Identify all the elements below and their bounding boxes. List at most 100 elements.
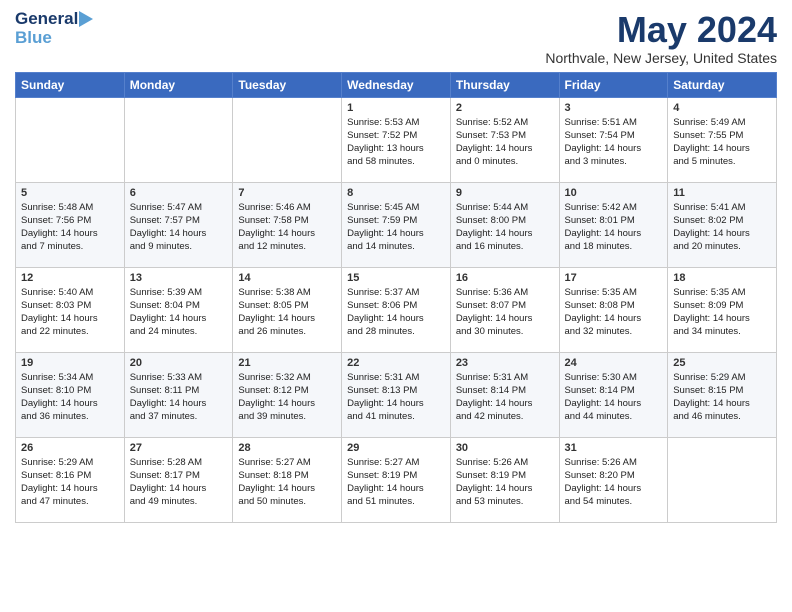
day-info: Sunrise: 5:27 AM Sunset: 8:18 PM Dayligh…: [238, 456, 336, 509]
day-number: 4: [673, 102, 771, 114]
calendar-day-cell: [16, 97, 125, 182]
logo-arrow-icon: [79, 11, 93, 27]
calendar-day-cell: 3 Sunrise: 5:51 AM Sunset: 7:54 PM Daylig…: [559, 97, 668, 182]
calendar-day-cell: 21 Sunrise: 5:32 AM Sunset: 8:12 PM Dayli…: [233, 352, 342, 437]
day-number: 13: [130, 272, 228, 284]
calendar-day-cell: 13 Sunrise: 5:39 AM Sunset: 8:04 PM Dayli…: [124, 267, 233, 352]
day-info: Sunrise: 5:37 AM Sunset: 8:06 PM Dayligh…: [347, 286, 445, 339]
calendar-day-cell: [668, 437, 777, 522]
calendar-day-cell: 14 Sunrise: 5:38 AM Sunset: 8:05 PM Dayli…: [233, 267, 342, 352]
calendar-day-cell: 12 Sunrise: 5:40 AM Sunset: 8:03 PM Dayli…: [16, 267, 125, 352]
day-number: 14: [238, 272, 336, 284]
day-info: Sunrise: 5:48 AM Sunset: 7:56 PM Dayligh…: [21, 201, 119, 254]
day-number: 26: [21, 442, 119, 454]
logo-blue-text: Blue: [15, 28, 52, 47]
calendar-day-cell: 27 Sunrise: 5:28 AM Sunset: 8:17 PM Dayli…: [124, 437, 233, 522]
day-info: Sunrise: 5:40 AM Sunset: 8:03 PM Dayligh…: [21, 286, 119, 339]
calendar-day-cell: 9 Sunrise: 5:44 AM Sunset: 8:00 PM Daylig…: [450, 182, 559, 267]
day-info: Sunrise: 5:38 AM Sunset: 8:05 PM Dayligh…: [238, 286, 336, 339]
calendar-day-cell: 1Sunrise: 5:53 AM Sunset: 7:52 PM Daylig…: [342, 97, 451, 182]
day-info: Sunrise: 5:46 AM Sunset: 7:58 PM Dayligh…: [238, 201, 336, 254]
calendar-day-cell: [233, 97, 342, 182]
day-info: Sunrise: 5:27 AM Sunset: 8:19 PM Dayligh…: [347, 456, 445, 509]
day-info: Sunrise: 5:29 AM Sunset: 8:16 PM Dayligh…: [21, 456, 119, 509]
calendar-day-cell: 25Sunrise: 5:29 AM Sunset: 8:15 PM Dayli…: [668, 352, 777, 437]
calendar-day-cell: 5Sunrise: 5:48 AM Sunset: 7:56 PM Daylig…: [16, 182, 125, 267]
day-info: Sunrise: 5:52 AM Sunset: 7:53 PM Dayligh…: [456, 116, 554, 169]
calendar-day-cell: 28 Sunrise: 5:27 AM Sunset: 8:18 PM Dayli…: [233, 437, 342, 522]
day-number: 21: [238, 357, 336, 369]
calendar-day-cell: 2 Sunrise: 5:52 AM Sunset: 7:53 PM Daylig…: [450, 97, 559, 182]
calendar-day-cell: 24Sunrise: 5:30 AM Sunset: 8:14 PM Dayli…: [559, 352, 668, 437]
calendar-day-cell: 23 Sunrise: 5:31 AM Sunset: 8:14 PM Dayli…: [450, 352, 559, 437]
calendar-day-cell: 26 Sunrise: 5:29 AM Sunset: 8:16 PM Dayli…: [16, 437, 125, 522]
day-info: Sunrise: 5:35 AM Sunset: 8:08 PM Dayligh…: [565, 286, 663, 339]
day-info: Sunrise: 5:32 AM Sunset: 8:12 PM Dayligh…: [238, 371, 336, 424]
calendar-day-cell: 6 Sunrise: 5:47 AM Sunset: 7:57 PM Daylig…: [124, 182, 233, 267]
day-number: 7: [238, 187, 336, 199]
day-number: 25: [673, 357, 771, 369]
day-info: Sunrise: 5:47 AM Sunset: 7:57 PM Dayligh…: [130, 201, 228, 254]
day-number: 18: [673, 272, 771, 284]
day-number: 8: [347, 187, 445, 199]
calendar-week-row: 1Sunrise: 5:53 AM Sunset: 7:52 PM Daylig…: [16, 97, 777, 182]
calendar-day-cell: 18 Sunrise: 5:35 AM Sunset: 8:09 PM Dayli…: [668, 267, 777, 352]
calendar-week-row: 19 Sunrise: 5:34 AM Sunset: 8:10 PM Dayli…: [16, 352, 777, 437]
day-number: 9: [456, 187, 554, 199]
day-info: Sunrise: 5:36 AM Sunset: 8:07 PM Dayligh…: [456, 286, 554, 339]
calendar-day-cell: 31Sunrise: 5:26 AM Sunset: 8:20 PM Dayli…: [559, 437, 668, 522]
day-info: Sunrise: 5:33 AM Sunset: 8:11 PM Dayligh…: [130, 371, 228, 424]
calendar-week-row: 5Sunrise: 5:48 AM Sunset: 7:56 PM Daylig…: [16, 182, 777, 267]
calendar-day-cell: 19 Sunrise: 5:34 AM Sunset: 8:10 PM Dayli…: [16, 352, 125, 437]
day-info: Sunrise: 5:31 AM Sunset: 8:13 PM Dayligh…: [347, 371, 445, 424]
header-tuesday: Tuesday: [233, 72, 342, 97]
header-friday: Friday: [559, 72, 668, 97]
day-number: 31: [565, 442, 663, 454]
day-number: 6: [130, 187, 228, 199]
day-number: 17: [565, 272, 663, 284]
header-monday: Monday: [124, 72, 233, 97]
day-info: Sunrise: 5:30 AM Sunset: 8:14 PM Dayligh…: [565, 371, 663, 424]
calendar-day-cell: [124, 97, 233, 182]
day-info: Sunrise: 5:44 AM Sunset: 8:00 PM Dayligh…: [456, 201, 554, 254]
day-info: Sunrise: 5:39 AM Sunset: 8:04 PM Dayligh…: [130, 286, 228, 339]
day-info: Sunrise: 5:34 AM Sunset: 8:10 PM Dayligh…: [21, 371, 119, 424]
day-number: 19: [21, 357, 119, 369]
day-info: Sunrise: 5:41 AM Sunset: 8:02 PM Dayligh…: [673, 201, 771, 254]
title-block: May 2024 Northvale, New Jersey, United S…: [545, 10, 777, 66]
day-number: 16: [456, 272, 554, 284]
day-info: Sunrise: 5:45 AM Sunset: 7:59 PM Dayligh…: [347, 201, 445, 254]
day-info: Sunrise: 5:31 AM Sunset: 8:14 PM Dayligh…: [456, 371, 554, 424]
day-number: 2: [456, 102, 554, 114]
calendar-day-cell: 10Sunrise: 5:42 AM Sunset: 8:01 PM Dayli…: [559, 182, 668, 267]
day-number: 23: [456, 357, 554, 369]
day-number: 28: [238, 442, 336, 454]
calendar-day-cell: 7 Sunrise: 5:46 AM Sunset: 7:58 PM Daylig…: [233, 182, 342, 267]
logo: General Blue: [15, 10, 94, 47]
day-number: 11: [673, 187, 771, 199]
header-thursday: Thursday: [450, 72, 559, 97]
calendar-day-cell: 22 Sunrise: 5:31 AM Sunset: 8:13 PM Dayli…: [342, 352, 451, 437]
day-info: Sunrise: 5:51 AM Sunset: 7:54 PM Dayligh…: [565, 116, 663, 169]
location-subtitle: Northvale, New Jersey, United States: [545, 50, 777, 66]
day-info: Sunrise: 5:28 AM Sunset: 8:17 PM Dayligh…: [130, 456, 228, 509]
calendar-day-cell: 16 Sunrise: 5:36 AM Sunset: 8:07 PM Dayli…: [450, 267, 559, 352]
calendar-table: Sunday Monday Tuesday Wednesday Thursday…: [15, 72, 777, 523]
day-number: 10: [565, 187, 663, 199]
calendar-week-row: 26 Sunrise: 5:29 AM Sunset: 8:16 PM Dayli…: [16, 437, 777, 522]
day-number: 27: [130, 442, 228, 454]
day-number: 12: [21, 272, 119, 284]
month-year-title: May 2024: [545, 10, 777, 50]
day-info: Sunrise: 5:49 AM Sunset: 7:55 PM Dayligh…: [673, 116, 771, 169]
calendar-day-cell: 17 Sunrise: 5:35 AM Sunset: 8:08 PM Dayli…: [559, 267, 668, 352]
day-number: 29: [347, 442, 445, 454]
calendar-day-cell: 29 Sunrise: 5:27 AM Sunset: 8:19 PM Dayli…: [342, 437, 451, 522]
calendar-header-row: Sunday Monday Tuesday Wednesday Thursday…: [16, 72, 777, 97]
calendar-day-cell: 8 Sunrise: 5:45 AM Sunset: 7:59 PM Daylig…: [342, 182, 451, 267]
day-info: Sunrise: 5:35 AM Sunset: 8:09 PM Dayligh…: [673, 286, 771, 339]
calendar-day-cell: 4 Sunrise: 5:49 AM Sunset: 7:55 PM Daylig…: [668, 97, 777, 182]
header-wednesday: Wednesday: [342, 72, 451, 97]
day-info: Sunrise: 5:26 AM Sunset: 8:19 PM Dayligh…: [456, 456, 554, 509]
day-number: 22: [347, 357, 445, 369]
day-number: 3: [565, 102, 663, 114]
